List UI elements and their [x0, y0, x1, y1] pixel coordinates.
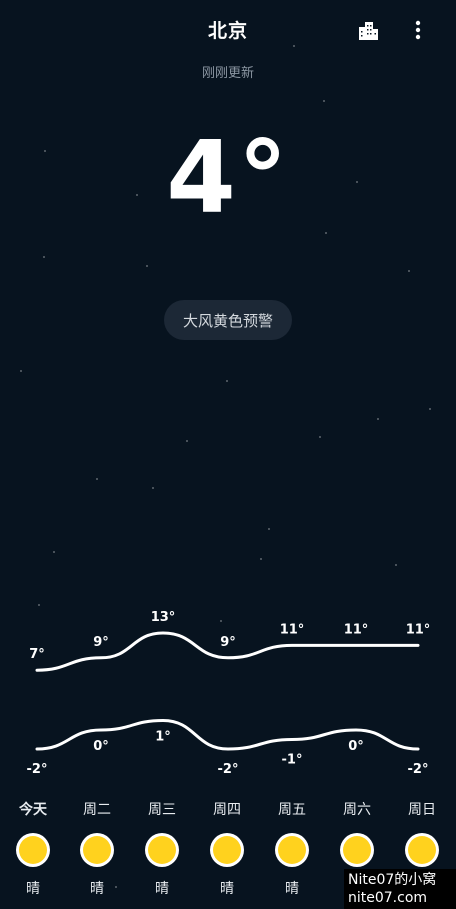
- sunny-icon: [19, 836, 47, 864]
- update-status: 刚刚更新: [201, 66, 254, 81]
- low-temp-label: 0°: [93, 739, 109, 754]
- high-temp-label: 11°: [280, 622, 305, 637]
- high-temp-label: 11°: [406, 622, 431, 637]
- sunny-icon: [213, 836, 241, 864]
- day-label: 今天: [19, 802, 47, 818]
- more-vertical-icon[interactable]: [404, 16, 432, 44]
- low-temp-label: 0°: [348, 739, 364, 754]
- top-bar: 北京: [0, 0, 456, 60]
- forecast-day[interactable]: 周五 晴: [262, 800, 322, 898]
- high-temp-label: 9°: [220, 635, 236, 650]
- day-label: 周四: [213, 802, 241, 818]
- day-label: 周日: [408, 802, 436, 818]
- current-temperature: 4°: [166, 119, 290, 236]
- watermark-line2: nite07.com: [348, 890, 428, 906]
- day-label: 周三: [148, 802, 176, 818]
- sunny-icon: [148, 836, 176, 864]
- forecast-day[interactable]: 今天 晴: [3, 800, 63, 898]
- high-temp-label: 11°: [344, 622, 369, 637]
- high-temp-label: 7°: [29, 647, 45, 662]
- day-label: 周六: [343, 802, 371, 818]
- day-condition: 晴: [285, 881, 299, 897]
- low-temp-label: -1°: [282, 753, 303, 768]
- temperature-trend-chart: 7° -2° 9° 0° 13° 1° 9° -2° 11° -1° 11° 0° 11° -2°: [27, 610, 431, 777]
- sunny-icon: [83, 836, 111, 864]
- low-temp-label: -2°: [408, 762, 429, 777]
- sunny-icon: [343, 836, 371, 864]
- city-title[interactable]: 北京: [0, 16, 456, 43]
- day-label: 周二: [83, 802, 111, 818]
- day-condition: 晴: [26, 881, 40, 897]
- city-buildings-icon[interactable]: [354, 16, 382, 44]
- day-condition: 晴: [90, 881, 104, 897]
- sunny-icon: [408, 836, 436, 864]
- day-label: 周五: [278, 802, 306, 818]
- day-condition: 晴: [155, 881, 169, 897]
- sunny-icon: [278, 836, 306, 864]
- low-temp-label: -2°: [218, 762, 239, 777]
- weather-alert-button[interactable]: 大风黄色预警: [164, 300, 292, 340]
- day-condition: 晴: [220, 881, 234, 897]
- forecast-day[interactable]: 周三 晴: [132, 800, 192, 898]
- high-temp-label: 9°: [93, 635, 109, 650]
- high-temp-label: 13°: [151, 610, 176, 625]
- low-temp-label: -2°: [27, 762, 48, 777]
- forecast-day[interactable]: 周二 晴: [67, 800, 127, 898]
- watermark: Nite07的小窝 nite07.com: [344, 869, 456, 909]
- watermark-line1: Nite07的小窝: [348, 872, 437, 888]
- forecast-day[interactable]: 周四 晴: [197, 800, 257, 898]
- low-temp-label: 1°: [155, 730, 171, 745]
